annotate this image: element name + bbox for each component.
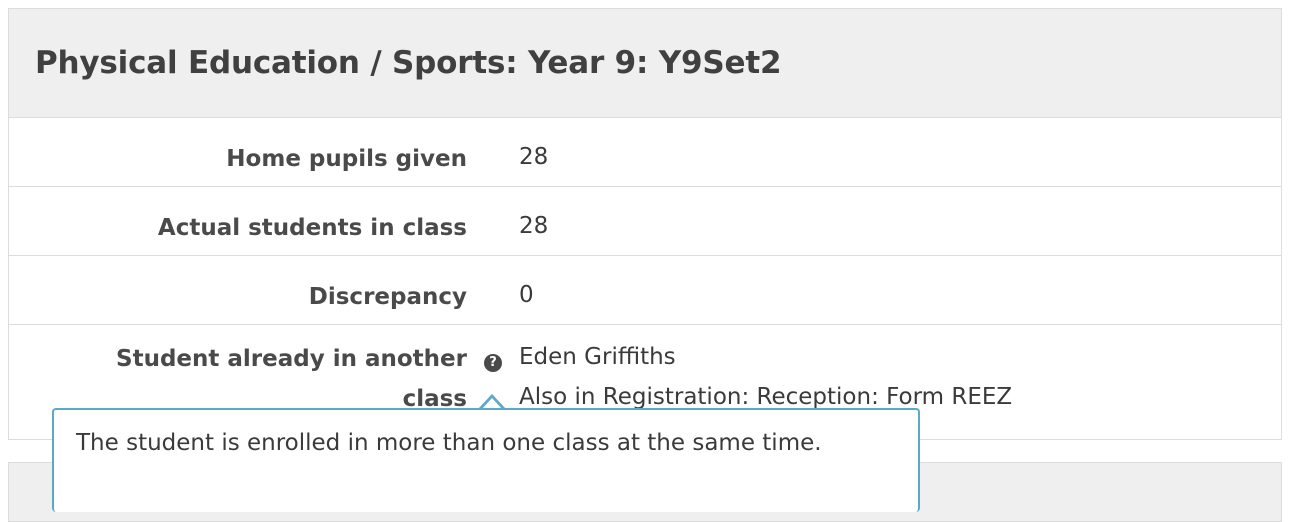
panel-title: Physical Education / Sports: Year 9: Y9S… (35, 45, 782, 81)
row-label: Discrepancy (308, 284, 467, 310)
help-tooltip: The student is enrolled in more than one… (52, 408, 920, 512)
row-value: 28 (519, 144, 549, 170)
row-label: Student already in another class (47, 339, 467, 419)
panel-header: Physical Education / Sports: Year 9: Y9S… (9, 9, 1281, 118)
row-value: Eden Griffiths Also in Registration: Rec… (519, 337, 1012, 417)
class-summary-panel: Physical Education / Sports: Year 9: Y9S… (8, 8, 1282, 440)
row-value: 28 (519, 213, 549, 239)
row-label-text: Student already in another class (116, 346, 467, 412)
tooltip-text: The student is enrolled in more than one… (76, 430, 822, 456)
row-label: Actual students in class (157, 215, 467, 241)
row-discrepancy: Discrepancy 0 (9, 256, 1281, 325)
row-home-pupils: Home pupils given 28 (9, 118, 1281, 187)
help-icon[interactable]: ? (484, 354, 502, 372)
student-name: Eden Griffiths (519, 344, 676, 370)
row-label: Home pupils given (226, 146, 467, 172)
row-actual-students: Actual students in class 28 (9, 187, 1281, 256)
row-value: 0 (519, 282, 534, 308)
